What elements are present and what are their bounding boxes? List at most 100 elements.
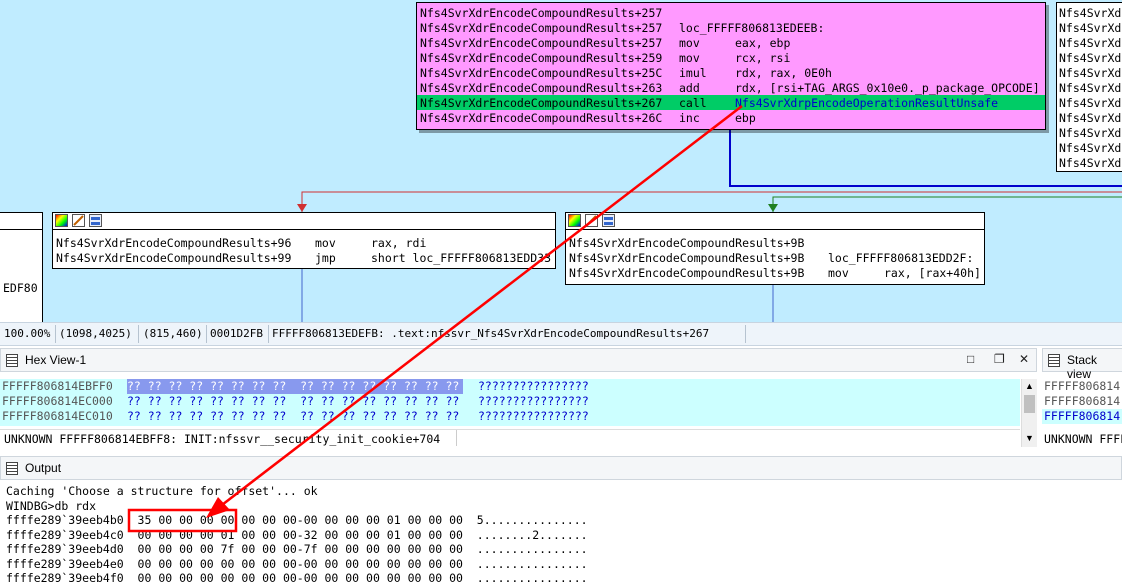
instruction-operands[interactable]: rdx, [rsi+TAG_ARGS_0x10e0._p_package_OPC… [735, 81, 1040, 96]
instruction-mnemonic[interactable]: mov [315, 236, 336, 251]
basic-block-right[interactable]: Nfs4SvrXd Nfs4SvrXd Nfs4SvrXd Nfs4SvrXd Nfs4… [1056, 2, 1122, 172]
instruction-address[interactable]: Nfs4SvrXdrEncodeCompoundResults+9B [569, 266, 804, 281]
instruction-mnemonic[interactable]: mov [828, 266, 849, 281]
instruction-operands[interactable]: Nfs4SvrXdrpEncodeOperationResultUnsafe [735, 96, 998, 111]
instruction-address[interactable]: Nfs4SvrXdrEncodeCompoundResults+96 [56, 236, 291, 251]
instruction-address[interactable]: Nfs4SvrXd [1059, 141, 1121, 156]
output-line: ffffe289`39eeb4c0 00 00 00 00 01 00 00 0… [6, 527, 588, 542]
instruction-mnemonic[interactable]: mov [679, 51, 700, 66]
instruction-address[interactable]: Nfs4SvrXdrEncodeCompoundResults+9B [569, 251, 804, 266]
hex-view-title: Hex View-1 [25, 353, 87, 367]
graph-coords: (1098,4025) [59, 327, 132, 340]
instruction-address[interactable]: Nfs4SvrXdrEncodeCompoundResults+259 [420, 51, 662, 66]
instruction-address[interactable]: Nfs4SvrXd [1059, 126, 1121, 141]
group-nodes-icon[interactable] [602, 214, 615, 227]
output-titlebar[interactable]: Output [0, 456, 1122, 480]
node-header [566, 213, 984, 230]
hex-view-footer: UNKNOWN FFFFF806814EBFF8: INIT:nfssvr__s… [4, 432, 441, 446]
output-line: WINDBG>db rdx [6, 498, 97, 513]
basic-block-middle[interactable]: Nfs4SvrXdrEncodeCompoundResults+9B Nfs4Sv… [565, 212, 985, 285]
graph-status-bar: 100.00% (1098,4025) (815,460) 0001D2FB F… [0, 322, 1122, 346]
instruction-address[interactable]: Nfs4SvrXdrEncodeCompoundResults+267 [420, 96, 662, 111]
instruction-operands[interactable]: rdx, rax, 0E0h [735, 66, 832, 81]
instruction-address[interactable]: Nfs4SvrXd [1059, 66, 1121, 81]
instruction-address[interactable]: Nfs4SvrXd [1059, 156, 1121, 171]
output-title: Output [25, 461, 62, 475]
stack-view-footer: UNKNOWN FFFF [1044, 432, 1122, 446]
instruction-mnemonic[interactable]: add [679, 81, 700, 96]
instruction-mnemonic[interactable]: inc [679, 111, 700, 126]
zoom-level: 100.00% [4, 327, 51, 340]
instruction-address[interactable]: Nfs4SvrXd [1059, 81, 1121, 96]
instruction-address[interactable]: Nfs4SvrXdrEncodeCompoundResults+25C [420, 66, 662, 81]
instruction-address[interactable]: Nfs4SvrXd [1059, 51, 1121, 66]
instruction-operands[interactable]: rcx, rsi [735, 51, 790, 66]
hex-row-address[interactable]: FFFFF806814EC000 [2, 394, 113, 409]
instruction-address[interactable]: Nfs4SvrXd [1059, 96, 1121, 111]
color-palette-icon[interactable] [55, 214, 68, 227]
stack-view-titlebar[interactable]: Stack view [1042, 348, 1122, 381]
hex-view-titlebar[interactable]: Hex View-1 □ ❐ ✕ [0, 348, 1037, 372]
hex-row-bytes[interactable]: ?? ?? ?? ?? ?? ?? ?? ?? ?? ?? ?? ?? ?? ?… [127, 379, 459, 394]
basic-block-left[interactable]: Nfs4SvrXdrEncodeCompoundResults+96 mov rax… [52, 212, 556, 269]
instruction-address[interactable]: Nfs4SvrXd [1059, 111, 1121, 126]
basic-block-top[interactable]: Nfs4SvrXdrEncodeCompoundResults+257 Nfs4S… [416, 2, 1046, 130]
group-nodes-icon[interactable] [89, 214, 102, 227]
hex-row-bytes[interactable]: ?? ?? ?? ?? ?? ?? ?? ?? ?? ?? ?? ?? ?? ?… [127, 394, 459, 409]
instruction-mnemonic[interactable]: mov [679, 36, 700, 51]
stack-view-icon [1048, 354, 1060, 367]
output-icon [6, 462, 18, 475]
stack-view-title: Stack view [1067, 353, 1098, 381]
instruction-address[interactable]: Nfs4SvrXdrEncodeCompoundResults+9B [569, 236, 804, 251]
instruction-address[interactable]: Nfs4SvrXd [1059, 36, 1121, 51]
edit-pencil-icon[interactable] [585, 214, 598, 227]
restore-button[interactable]: ❐ [994, 352, 1005, 366]
output-line: ffffe289`39eeb4d0 00 00 00 00 7f 00 00 0… [6, 542, 588, 556]
close-button[interactable]: ✕ [1019, 352, 1029, 366]
hex-row-ascii[interactable]: ???????????????? [478, 379, 589, 394]
code-label[interactable]: loc_FFFFF806813EDD2F: [828, 251, 973, 266]
instruction-address[interactable]: Nfs4SvrXdrEncodeCompoundResults+26C [420, 111, 662, 126]
edit-pencil-icon[interactable] [72, 214, 85, 227]
output-line: Caching 'Choose a structure for offset'.… [6, 484, 318, 498]
stack-row-address[interactable]: FFFFF806814 [1044, 379, 1120, 394]
color-palette-icon[interactable] [568, 214, 581, 227]
graph-view[interactable]: Nfs4SvrXdrEncodeCompoundResults+257 Nfs4S… [0, 0, 1122, 322]
cursor-position: (815,460) [143, 327, 203, 340]
instruction-mnemonic[interactable]: call [679, 96, 707, 111]
hex-view-panel[interactable]: Hex View-1 □ ❐ ✕ FFFFF806814EBFF0 ?? ?? ?… [0, 348, 1037, 452]
output-line: ffffe289`39eeb4f0 00 00 00 00 00 00 00 0… [6, 571, 588, 585]
basic-block-left-partial[interactable]: EDF80 [0, 212, 43, 322]
code-label[interactable]: loc_FFFFF806813EDEEB: [679, 21, 824, 36]
address-fragment: EDF80 [3, 281, 38, 295]
stack-row-address[interactable]: FFFFF806814 [1044, 409, 1120, 424]
instruction-operands[interactable]: rax, [rax+40h] [884, 266, 981, 281]
hex-row-address[interactable]: FFFFF806814EC010 [2, 409, 113, 424]
file-offset: 0001D2FB [210, 327, 263, 340]
instruction-operands[interactable]: eax, ebp [735, 36, 790, 51]
instruction-mnemonic[interactable]: imul [679, 66, 707, 81]
instruction-address[interactable]: Nfs4SvrXdrEncodeCompoundResults+263 [420, 81, 662, 96]
instruction-operands[interactable]: rax, rdi [371, 236, 426, 251]
stack-view-panel[interactable]: Stack view FFFFF806814 FFFFF806814 FFFFF80… [1042, 348, 1122, 452]
hex-row-ascii[interactable]: ???????????????? [478, 394, 589, 409]
stack-row-address[interactable]: FFFFF806814 [1044, 394, 1120, 409]
instruction-address[interactable]: Nfs4SvrXd [1059, 21, 1121, 36]
instruction-operands[interactable]: ebp [735, 111, 756, 126]
hex-row-bytes[interactable]: ?? ?? ?? ?? ?? ?? ?? ?? ?? ?? ?? ?? ?? ?… [127, 409, 459, 424]
instruction-address[interactable]: Nfs4SvrXdrEncodeCompoundResults+99 [56, 251, 291, 266]
instruction-address[interactable]: Nfs4SvrXdrEncodeCompoundResults+257 [420, 21, 662, 36]
current-location: FFFFF806813EDEFB: .text:nfssvr_Nfs4SvrXd… [272, 327, 710, 340]
hex-row-address[interactable]: FFFFF806814EBFF0 [2, 379, 113, 394]
instruction-address[interactable]: Nfs4SvrXdrEncodeCompoundResults+257 [420, 6, 662, 21]
output-panel[interactable]: Output Caching 'Choose a structure for o… [0, 456, 1122, 585]
instruction-mnemonic[interactable]: jmp [315, 251, 336, 266]
hex-row-ascii[interactable]: ???????????????? [478, 409, 589, 424]
instruction-address[interactable]: Nfs4SvrXd [1059, 6, 1121, 21]
instruction-address[interactable]: Nfs4SvrXdrEncodeCompoundResults+257 [420, 36, 662, 51]
hex-scrollbar[interactable]: ▲ ▼ [1021, 379, 1037, 447]
hex-view-icon [6, 354, 18, 367]
instruction-operands[interactable]: short loc_FFFFF806813EDD33 [371, 251, 551, 266]
maximize-button[interactable]: □ [967, 352, 974, 366]
hex-scrollbar-thumb[interactable] [1024, 395, 1035, 413]
